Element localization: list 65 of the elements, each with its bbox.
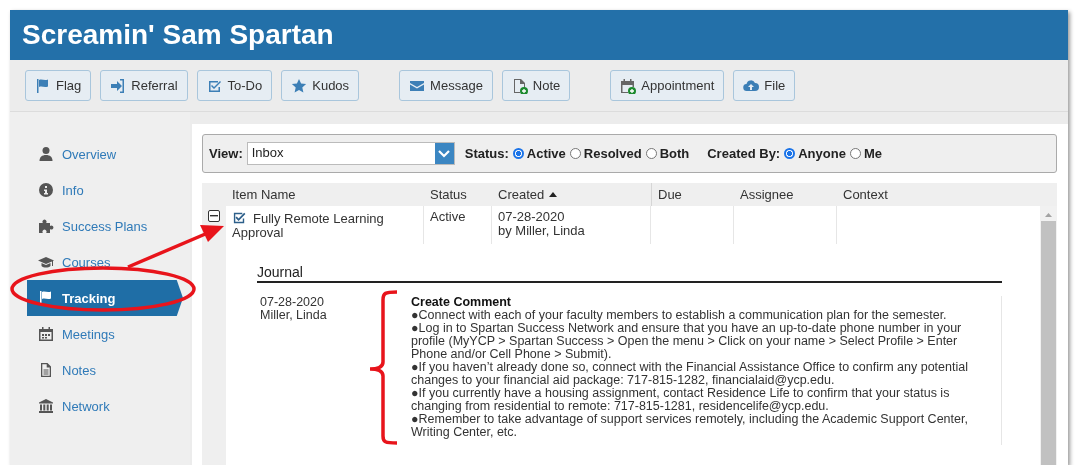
document-plus-icon xyxy=(511,77,528,94)
checkbox-icon xyxy=(232,210,247,225)
toolbar-button[interactable]: Message xyxy=(399,70,493,101)
toolbar-button[interactable]: File xyxy=(733,70,796,101)
table-cell: Active xyxy=(424,206,492,244)
puzzle-icon xyxy=(38,218,54,234)
person-icon xyxy=(38,146,54,162)
toolbar-button[interactable]: Appointment xyxy=(610,70,725,101)
radio-option[interactable]: Both xyxy=(645,146,690,161)
column-header[interactable]: Assignee xyxy=(734,183,837,206)
entry-heading: Create Comment xyxy=(411,296,513,309)
column-header[interactable]: Due xyxy=(651,183,734,206)
entry-author: Miller, Linda xyxy=(260,309,328,322)
scrollbar[interactable] xyxy=(1040,206,1057,465)
sidebar-item[interactable]: Network xyxy=(27,388,183,424)
bank-icon xyxy=(38,398,54,414)
toolbar-button[interactable]: To-Do xyxy=(196,70,273,101)
table-cell: Fully Remote Learning Approval xyxy=(226,206,424,244)
table-cell-text: by Miller, Linda xyxy=(498,224,586,238)
graduation-cap-icon xyxy=(38,254,54,270)
field-label: Status: xyxy=(464,146,509,161)
column-header[interactable]: Status xyxy=(424,183,492,206)
sidebar-item[interactable]: Courses xyxy=(27,244,183,280)
sidebar-item[interactable]: Meetings xyxy=(27,316,183,352)
column-header[interactable]: Context xyxy=(837,183,1057,206)
collapse-toggle[interactable] xyxy=(208,210,220,222)
radio-option[interactable]: Active xyxy=(512,146,566,161)
chevron-down-icon xyxy=(438,149,451,158)
section-title: Journal xyxy=(257,264,1002,283)
comment-bullet: ●Connect with each of your faculty members to establish a communication plan for the semester. xyxy=(411,309,948,322)
radio-option[interactable]: Anyone xyxy=(784,146,846,161)
sidebar-item[interactable]: Success Plans xyxy=(27,208,183,244)
radio-option[interactable]: Me xyxy=(849,146,882,161)
sidebar-item[interactable]: Tracking xyxy=(27,280,183,316)
flag-icon xyxy=(38,290,54,306)
star-icon xyxy=(291,77,308,94)
column-header[interactable]: Item Name xyxy=(226,183,424,206)
toolbar-button[interactable]: Flag xyxy=(25,70,92,101)
comment-bullet: ●Remember to take advantage of support services remotely, including the Academic Support Center, Writing Center, etc. xyxy=(411,413,969,439)
toolbar-button[interactable]: Referral xyxy=(100,70,188,101)
comment-bullet: ●If you haven’t already done so, connect with the Financial Assistance Office to confirm any potential changes to your financial aid package: 717-815-1282, financialaid@ycp.edu. xyxy=(411,361,969,387)
calendar-icon xyxy=(38,326,54,342)
sign-in-icon xyxy=(110,77,127,94)
field-label: Created By: xyxy=(707,146,781,161)
table-cell-text: 07-28-2020 xyxy=(498,210,566,224)
comment-bullet: ●Log in to Spartan Success Network and ensure that you have an up-to-date phone number in your profile (MyYCP > Spartan Success > Open the menu > Click on your name > Select Profile > Enter Phone and/or Cell Phone > Submit). xyxy=(411,322,963,361)
view-dropdown[interactable]: Inbox xyxy=(246,142,455,165)
comment-bullet: ●If you currently have a housing assignment, contact Residence Life to confirm that your status is changing from residential to remote: 717-815-1281, residencelife@ycp.edu. xyxy=(411,387,951,413)
flag-icon xyxy=(35,77,51,94)
info-icon xyxy=(38,182,54,198)
calendar-plus-icon xyxy=(620,77,637,94)
toolbar-button[interactable]: Kudos xyxy=(281,70,360,101)
radio-option[interactable]: Resolved xyxy=(569,146,642,161)
scroll-up-icon xyxy=(1045,213,1052,217)
column-header[interactable]: Created xyxy=(492,183,651,206)
cloud-upload-icon xyxy=(743,77,760,94)
field-label: View: xyxy=(209,146,243,161)
sidebar-item[interactable]: Notes xyxy=(27,352,183,388)
student-name: Screamin' Sam Spartan xyxy=(22,19,334,51)
document-icon xyxy=(38,362,54,378)
sidebar-item[interactable]: Info xyxy=(27,172,183,208)
entry-date: 07-28-2020 xyxy=(260,296,325,309)
sidebar-item[interactable]: Overview xyxy=(27,136,183,172)
minus-icon xyxy=(210,215,218,217)
toolbar-button[interactable]: Note xyxy=(501,70,571,101)
